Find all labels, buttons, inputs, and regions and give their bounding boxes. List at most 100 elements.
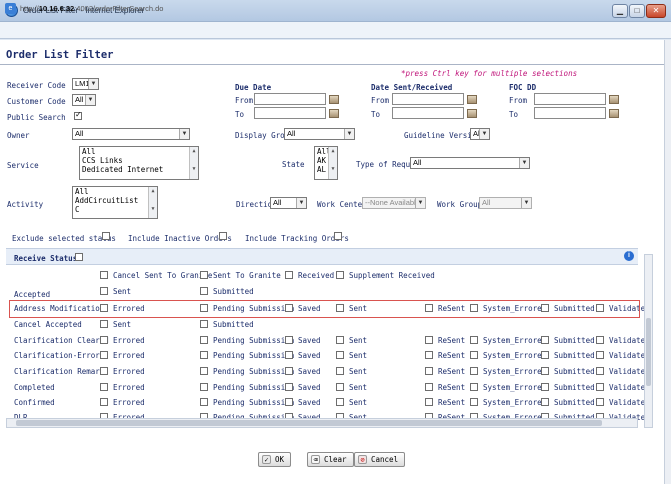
status-checkbox[interactable] bbox=[596, 336, 604, 344]
status-checkbox[interactable] bbox=[425, 383, 433, 391]
status-option[interactable]: Received bbox=[285, 271, 334, 280]
status-checkbox[interactable] bbox=[100, 271, 108, 279]
status-option[interactable]: Pending Submission bbox=[200, 351, 294, 360]
status-checkbox[interactable] bbox=[200, 336, 208, 344]
status-option[interactable]: Validated bbox=[596, 383, 650, 392]
status-checkbox[interactable] bbox=[470, 383, 478, 391]
status-checkbox[interactable] bbox=[200, 383, 208, 391]
status-option[interactable]: System_Errored bbox=[470, 383, 546, 392]
status-checkbox[interactable] bbox=[425, 351, 433, 359]
activity-option[interactable]: C bbox=[75, 205, 157, 214]
status-checkbox[interactable] bbox=[541, 336, 549, 344]
status-option[interactable]: Pending Submission bbox=[200, 336, 294, 345]
state-list[interactable]: All AK AL ▲ ▼ bbox=[314, 146, 338, 180]
status-checkbox[interactable] bbox=[200, 271, 208, 279]
status-option[interactable]: ReSent bbox=[425, 351, 465, 360]
public-search-checkbox[interactable] bbox=[74, 110, 82, 120]
activity-option[interactable]: All bbox=[75, 187, 157, 196]
receive-status-checkbox[interactable] bbox=[75, 253, 83, 261]
maximize-button[interactable]: □ bbox=[629, 4, 645, 18]
calendar-icon[interactable] bbox=[467, 95, 477, 104]
due-date-from-input[interactable] bbox=[254, 93, 326, 105]
status-option[interactable]: ReSent bbox=[425, 398, 465, 407]
status-checkbox[interactable] bbox=[100, 367, 108, 375]
status-checkbox[interactable] bbox=[541, 351, 549, 359]
calendar-icon[interactable] bbox=[329, 95, 339, 104]
status-checkbox[interactable] bbox=[470, 398, 478, 406]
status-option[interactable]: Errored bbox=[100, 336, 145, 345]
status-option[interactable]: System_Errored bbox=[470, 351, 546, 360]
date-sent-from-input[interactable] bbox=[392, 93, 464, 105]
status-checkbox[interactable] bbox=[336, 383, 344, 391]
status-checkbox[interactable] bbox=[596, 367, 604, 375]
exclude-selected-status-checkbox[interactable] bbox=[102, 232, 110, 240]
status-checkbox[interactable] bbox=[336, 367, 344, 375]
status-checkbox[interactable] bbox=[470, 367, 478, 375]
calendar-icon[interactable] bbox=[329, 109, 339, 118]
status-checkbox[interactable] bbox=[100, 383, 108, 391]
status-checkbox[interactable] bbox=[285, 336, 293, 344]
service-option[interactable]: Dedicated Internet bbox=[82, 165, 198, 174]
clear-button[interactable]: ⌫ Clear bbox=[307, 452, 354, 467]
calendar-icon[interactable] bbox=[609, 95, 619, 104]
status-option[interactable]: Sent bbox=[100, 287, 131, 296]
status-option[interactable]: Errored bbox=[100, 351, 145, 360]
list-scrollbar[interactable]: ▲ ▼ bbox=[148, 187, 157, 218]
service-option[interactable]: All bbox=[82, 147, 198, 156]
status-checkbox[interactable] bbox=[336, 271, 344, 279]
status-checkbox[interactable] bbox=[596, 383, 604, 391]
status-checkbox[interactable] bbox=[200, 367, 208, 375]
status-option[interactable]: Pending Submission bbox=[200, 367, 294, 376]
status-checkbox[interactable] bbox=[285, 383, 293, 391]
status-checkbox[interactable] bbox=[285, 351, 293, 359]
status-checkbox[interactable] bbox=[596, 351, 604, 359]
status-option[interactable]: Validated bbox=[596, 351, 650, 360]
status-option[interactable]: Saved bbox=[285, 367, 321, 376]
activity-list[interactable]: All AddCircuitList C ▲ ▼ bbox=[72, 186, 158, 219]
status-option[interactable]: ReSent bbox=[425, 336, 465, 345]
service-option[interactable]: CCS Links bbox=[82, 156, 198, 165]
status-checkbox[interactable] bbox=[425, 336, 433, 344]
status-option[interactable]: Validated bbox=[596, 336, 650, 345]
status-option[interactable]: Sent bbox=[336, 336, 367, 345]
list-scrollbar[interactable]: ▲ ▼ bbox=[328, 147, 337, 179]
status-checkbox[interactable] bbox=[336, 336, 344, 344]
status-checkbox[interactable] bbox=[336, 351, 344, 359]
status-option[interactable]: Submitted bbox=[541, 351, 595, 360]
status-horizontal-scroll-thumb[interactable] bbox=[16, 420, 602, 426]
status-option[interactable]: Sent bbox=[100, 320, 131, 329]
status-checkbox[interactable] bbox=[541, 367, 549, 375]
date-sent-to-input[interactable] bbox=[392, 107, 464, 119]
work-centers-select[interactable]: --None Available-- ▼ bbox=[362, 197, 426, 209]
work-groups-select[interactable]: All ▼ bbox=[479, 197, 532, 209]
status-checkbox[interactable] bbox=[200, 320, 208, 328]
status-option[interactable]: Supplement Received bbox=[336, 271, 435, 280]
status-option[interactable]: Submitted bbox=[541, 383, 595, 392]
status-checkbox[interactable] bbox=[200, 287, 208, 295]
status-checkbox[interactable] bbox=[200, 398, 208, 406]
status-checkbox[interactable] bbox=[100, 351, 108, 359]
status-option[interactable]: Sent bbox=[336, 398, 367, 407]
status-option[interactable]: Saved bbox=[285, 351, 321, 360]
status-option[interactable]: Sent bbox=[336, 367, 367, 376]
receiver-code-select[interactable]: LM10 ▼ bbox=[72, 78, 99, 90]
guideline-version-select[interactable]: All ▼ bbox=[470, 128, 490, 140]
status-option[interactable]: System_Errored bbox=[470, 367, 546, 376]
address-url[interactable]: http://10.16.6.32:4002/orderFilterSearch… bbox=[20, 4, 163, 13]
due-date-to-input[interactable] bbox=[254, 107, 326, 119]
status-option[interactable]: ReSent bbox=[425, 367, 465, 376]
status-option[interactable]: Errored bbox=[100, 398, 145, 407]
status-option[interactable]: Saved bbox=[285, 383, 321, 392]
status-checkbox[interactable] bbox=[285, 367, 293, 375]
owner-select[interactable]: All ▼ bbox=[72, 128, 190, 140]
status-option[interactable]: Validated bbox=[596, 398, 650, 407]
status-vertical-scroll-thumb[interactable] bbox=[646, 318, 651, 386]
status-option[interactable]: Submitted bbox=[541, 336, 595, 345]
info-icon[interactable]: i bbox=[624, 251, 634, 261]
status-option[interactable]: Pending Submission bbox=[200, 383, 294, 392]
include-inactive-orders-checkbox[interactable] bbox=[219, 232, 227, 240]
address-bar[interactable] bbox=[0, 22, 671, 39]
display-group-select[interactable]: All ▼ bbox=[284, 128, 355, 140]
status-option[interactable]: Submitted bbox=[541, 398, 595, 407]
status-option[interactable]: Cancel Sent To Granite bbox=[100, 271, 212, 280]
